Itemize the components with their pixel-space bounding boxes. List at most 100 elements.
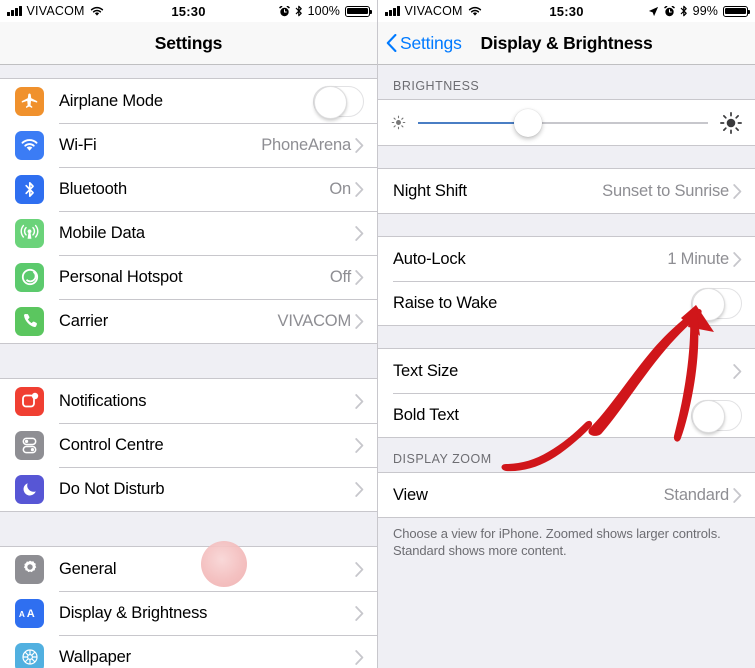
settings-row-carrier[interactable]: Carrier VIVACOM xyxy=(0,299,377,343)
settings-row-wallpaper[interactable]: Wallpaper xyxy=(0,635,377,668)
settings-row-bluetooth[interactable]: Bluetooth On xyxy=(0,167,377,211)
back-button-label: Settings xyxy=(400,32,462,53)
settings-row-auto-lock[interactable]: Auto-Lock 1 Minute xyxy=(378,237,755,281)
settings-list: Airplane Mode Wi-Fi PhoneArena Bluetooth xyxy=(0,65,377,668)
row-value: Standard xyxy=(663,485,730,504)
raise-to-wake-toggle[interactable] xyxy=(691,287,742,321)
cellular-antenna-icon xyxy=(15,218,44,248)
bold-text-toggle[interactable] xyxy=(691,399,742,433)
row-label: Wallpaper xyxy=(59,647,131,666)
chevron-right-icon xyxy=(355,269,364,285)
chevron-right-icon xyxy=(733,251,742,267)
row-label: Display & Brightness xyxy=(59,603,208,622)
settings-row-night-shift[interactable]: Night Shift Sunset to Sunrise xyxy=(378,169,755,213)
list-top-gap xyxy=(0,65,377,78)
brightness-group xyxy=(378,99,755,146)
settings-row-personal-hotspot[interactable]: Personal Hotspot Off xyxy=(0,255,377,299)
row-label: Do Not Disturb xyxy=(59,479,165,498)
row-label: Personal Hotspot xyxy=(59,267,183,286)
display-brightness-screen: VIVACOM 15:30 99% Settings Display & Bri… xyxy=(378,0,755,668)
row-value: VIVACOM xyxy=(277,311,352,330)
brightness-slider-row[interactable] xyxy=(378,100,755,145)
row-label: Notifications xyxy=(59,391,147,410)
row-label: Bold Text xyxy=(393,405,459,424)
chevron-right-icon xyxy=(355,393,364,409)
section-header-brightness: BRIGHTNESS xyxy=(393,79,480,93)
row-value: On xyxy=(329,179,351,198)
chevron-right-icon xyxy=(355,313,364,329)
display-zoom-group: View Standard xyxy=(378,472,755,518)
gap-after-brightness xyxy=(378,146,755,168)
wifi-icon xyxy=(15,130,44,160)
settings-row-wifi[interactable]: Wi-Fi PhoneArena xyxy=(0,123,377,167)
section-header-display-zoom: DISPLAY ZOOM xyxy=(393,452,492,466)
location-arrow-icon xyxy=(648,6,658,16)
chevron-right-icon xyxy=(355,605,364,621)
bluetooth-icon xyxy=(680,5,687,17)
chevron-right-icon xyxy=(355,649,364,665)
airplane-mode-toggle[interactable] xyxy=(313,85,364,119)
group-gap-1 xyxy=(0,344,377,378)
night-shift-group: Night Shift Sunset to Sunrise xyxy=(378,168,755,214)
settings-row-general[interactable]: General xyxy=(0,547,377,591)
brightness-slider-thumb[interactable] xyxy=(514,108,543,137)
row-label: Mobile Data xyxy=(59,223,145,242)
settings-row-mobile-data[interactable]: Mobile Data xyxy=(0,211,377,255)
notifications-group: Notifications Control Centre Do Not Dist… xyxy=(0,378,377,512)
notifications-badge-icon xyxy=(15,386,44,416)
gear-icon xyxy=(15,554,44,584)
nav-bar-settings: Settings xyxy=(0,22,377,65)
brightness-slider-fill xyxy=(418,121,529,124)
text-group: Text Size Bold Text xyxy=(378,348,755,438)
settings-row-display-brightness[interactable]: AA Display & Brightness xyxy=(0,591,377,635)
control-centre-toggles-icon xyxy=(15,430,44,460)
row-value: Sunset to Sunrise xyxy=(602,181,729,200)
status-right-group: 100% xyxy=(278,4,373,18)
row-label: Bluetooth xyxy=(59,179,127,198)
row-label: Text Size xyxy=(393,361,459,380)
settings-row-text-size[interactable]: Text Size xyxy=(378,349,755,393)
chevron-right-icon xyxy=(733,183,742,199)
chevron-right-icon xyxy=(355,137,364,153)
row-label: General xyxy=(59,559,117,578)
settings-row-do-not-disturb[interactable]: Do Not Disturb xyxy=(0,467,377,511)
svg-text:A: A xyxy=(18,609,24,619)
autolock-group: Auto-Lock 1 Minute Raise to Wake xyxy=(378,236,755,326)
settings-row-notifications[interactable]: Notifications xyxy=(0,379,377,423)
settings-row-bold-text[interactable]: Bold Text xyxy=(378,393,755,437)
chevron-right-icon xyxy=(355,437,364,453)
settings-row-control-centre[interactable]: Control Centre xyxy=(0,423,377,467)
brightness-header-wrap: BRIGHTNESS xyxy=(378,65,755,99)
sun-large-icon xyxy=(720,111,742,134)
settings-row-raise-to-wake[interactable]: Raise to Wake xyxy=(378,281,755,325)
moon-icon xyxy=(15,474,44,504)
row-label: Wi-Fi xyxy=(59,135,97,154)
row-label: Carrier xyxy=(59,311,109,330)
battery-percent-label: 100% xyxy=(307,4,340,18)
display-settings-list: BRIGHTNESS Night Shift Sunset to Sunrise… xyxy=(378,65,755,668)
brightness-slider-track[interactable] xyxy=(418,108,708,137)
row-label: Airplane Mode xyxy=(59,91,163,110)
chevron-right-icon xyxy=(355,181,364,197)
sun-small-icon xyxy=(391,115,406,130)
gap-after-night-shift xyxy=(378,214,755,236)
alarm-clock-icon xyxy=(663,5,675,16)
row-value: Off xyxy=(329,267,351,286)
row-value: PhoneArena xyxy=(261,135,351,154)
chevron-right-icon xyxy=(355,561,364,577)
back-button[interactable]: Settings xyxy=(378,33,462,54)
text-size-aa-icon: AA xyxy=(15,598,44,628)
hotspot-link-icon xyxy=(15,262,44,292)
phone-handset-icon xyxy=(15,306,44,336)
battery-full-icon xyxy=(345,5,373,17)
settings-screen: VIVACOM 15:30 100% Settings Airplane Mod… xyxy=(0,0,378,668)
svg-text:A: A xyxy=(26,608,34,620)
wallpaper-flower-icon xyxy=(15,642,44,668)
status-right-group: 99% xyxy=(648,4,751,18)
settings-row-view[interactable]: View Standard xyxy=(378,473,755,517)
system-group: General AA Display & Brightness Wallpape… xyxy=(0,546,377,668)
status-bar-right: VIVACOM 15:30 99% xyxy=(378,0,755,22)
settings-row-airplane-mode[interactable]: Airplane Mode xyxy=(0,79,377,123)
group-gap-2 xyxy=(0,512,377,546)
nav-bar-display: Settings Display & Brightness xyxy=(378,22,755,65)
